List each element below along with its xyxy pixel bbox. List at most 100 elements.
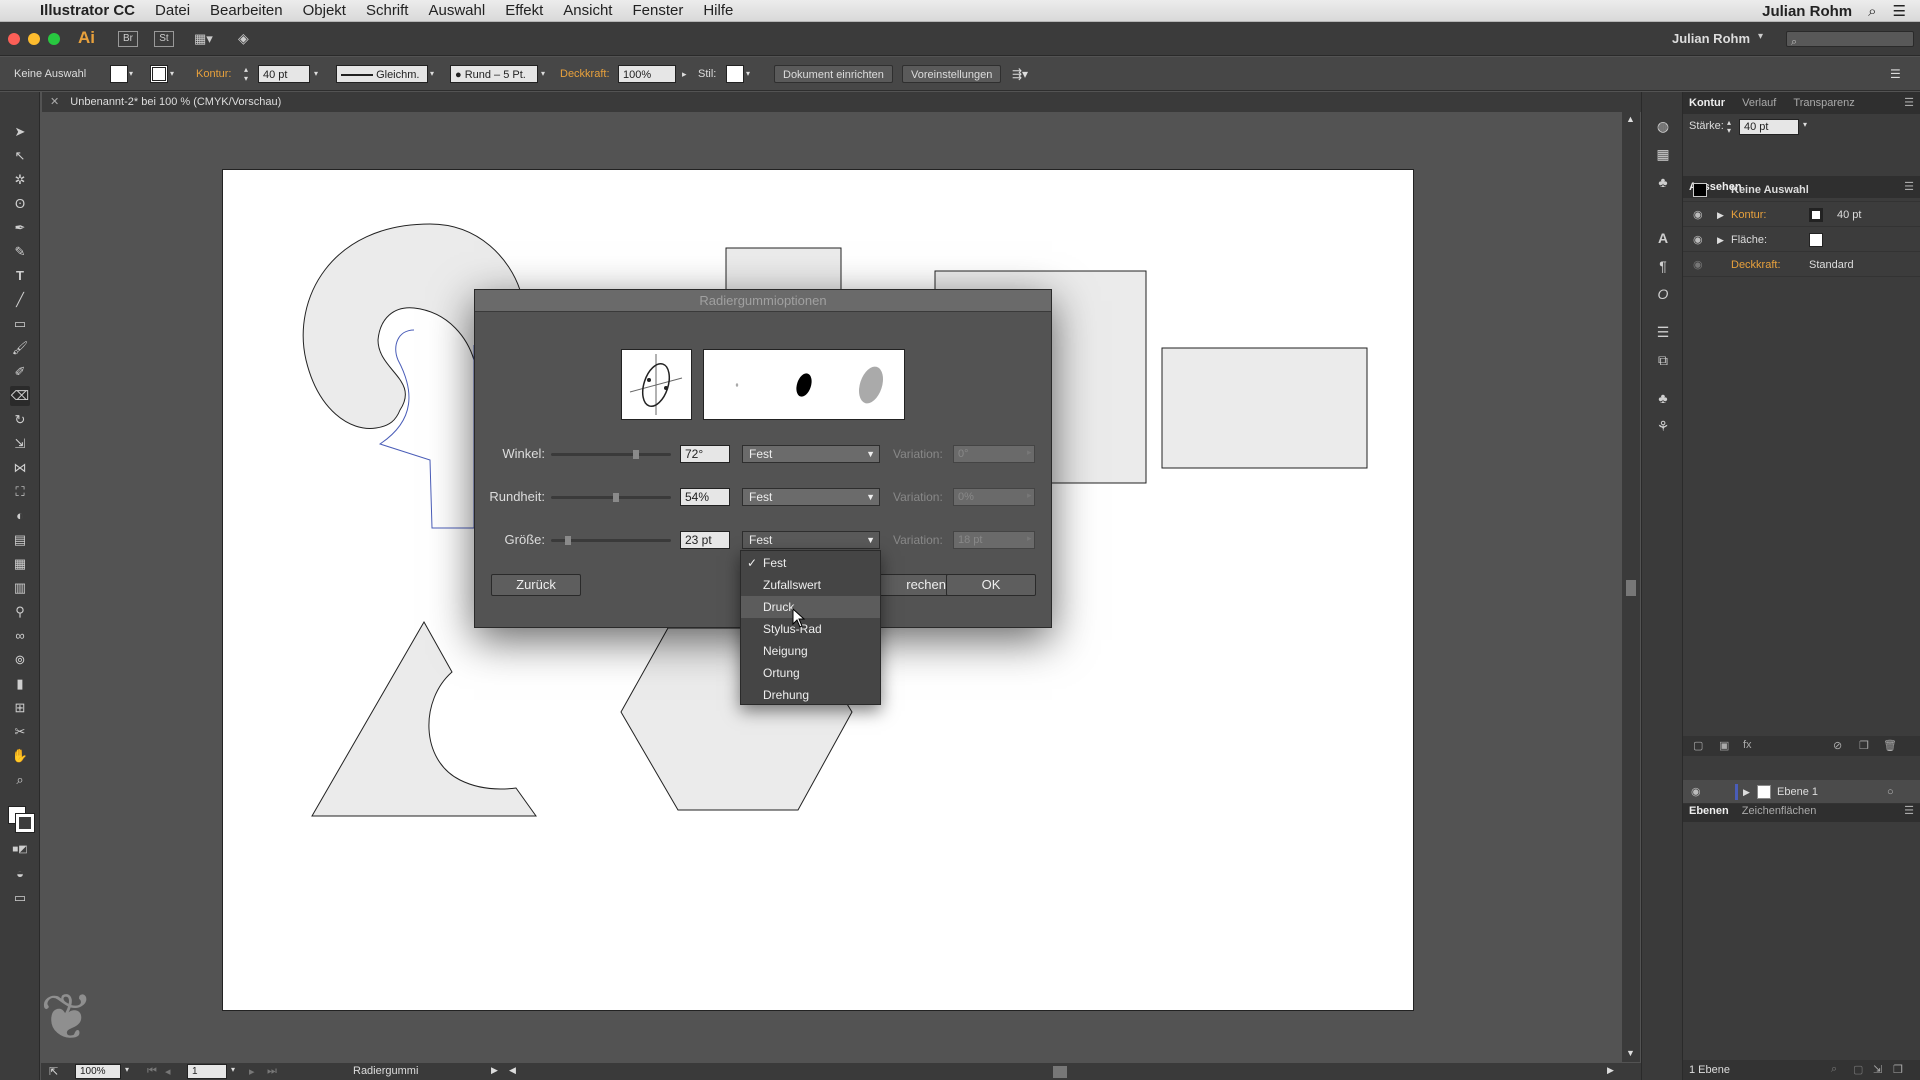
artboard-nav-icon[interactable]: ⇱ — [49, 1065, 58, 1078]
delete-item-icon[interactable]: 🗑 — [1883, 739, 1897, 752]
dropdown-option-fest[interactable]: ✓ Fest — [741, 552, 880, 574]
visibility-eye-icon[interactable]: ◉ — [1693, 228, 1703, 252]
layer-color-bar — [1735, 784, 1738, 800]
tab-transparenz[interactable]: Transparenz — [1793, 97, 1854, 109]
winkel-input[interactable]: 72° — [680, 445, 730, 463]
kontur-attribute-row[interactable]: ◉ ▶ Kontur: 40 pt — [1683, 203, 1920, 227]
keine-auswahl-label: Keine Auswahl — [1731, 184, 1809, 196]
angle-roundness-preview[interactable] — [621, 349, 692, 420]
locate-object-icon[interactable]: ⌕ — [1831, 1063, 1837, 1076]
dropdown-option-neigung[interactable]: Neigung — [741, 640, 880, 662]
rundheit-slider-thumb[interactable] — [612, 493, 619, 502]
visibility-eye-icon[interactable]: ◉ — [1693, 203, 1703, 227]
staerke-dropdown-icon[interactable]: ▾ — [1803, 120, 1807, 129]
ok-button[interactable]: OK — [946, 574, 1036, 596]
swatches-icon[interactable]: ▦ — [1653, 144, 1673, 164]
tab-kontur[interactable]: Kontur — [1689, 97, 1725, 109]
flaeche-swatch[interactable] — [1809, 233, 1823, 247]
layer-visibility-icon[interactable]: ◉ — [1691, 780, 1701, 804]
small-rectangle — [725, 247, 842, 291]
winkel-slider-thumb[interactable] — [633, 450, 640, 459]
kontur-attribute-label[interactable]: Kontur: — [1731, 203, 1766, 227]
groesse-input[interactable]: 23 pt — [680, 531, 730, 549]
prev-artboard-icon[interactable]: ◂ — [165, 1065, 171, 1078]
deckkraft-attribute-label[interactable]: Deckkraft: — [1731, 253, 1781, 277]
rundheit-variation-arrow-icon: ▸ — [1027, 490, 1032, 500]
rundheit-mode-value: Fest — [749, 490, 773, 504]
paragraph-icon[interactable]: ¶ — [1653, 256, 1673, 276]
clear-appearance-icon[interactable]: ⊘ — [1833, 739, 1842, 752]
dropdown-option-ortung[interactable]: Ortung — [741, 662, 880, 684]
first-artboard-icon[interactable]: ⏮ — [147, 1065, 157, 1078]
checkmark-icon: ✓ — [747, 556, 758, 570]
symbols-icon[interactable]: ♣ — [1653, 172, 1673, 192]
dropdown-option-zufallswert[interactable]: Zufallswert — [741, 574, 880, 596]
dropdown-option-stylus-rad[interactable]: Stylus-Rad — [741, 618, 880, 640]
vertical-scroll-thumb[interactable] — [1626, 580, 1636, 596]
vertical-scrollbar[interactable]: ▲ ▼ — [1622, 112, 1640, 1062]
layer-thumbnail — [1757, 785, 1771, 799]
rundheit-slider[interactable] — [551, 493, 671, 502]
add-stroke-icon[interactable]: ▢ — [1693, 739, 1703, 752]
rundheit-input[interactable]: 54% — [680, 488, 730, 506]
zoom-dropdown-icon[interactable]: ▾ — [125, 1065, 129, 1074]
rundheit-variation-label: Variation: — [893, 490, 943, 504]
artboard-number-input[interactable]: 1 — [187, 1064, 227, 1079]
horizontal-scroll-thumb[interactable] — [1053, 1066, 1067, 1078]
tab-ebenen[interactable]: Ebenen — [1689, 805, 1729, 817]
flaeche-attribute-row[interactable]: ◉ ▶ Fläche: — [1683, 228, 1920, 252]
scroll-down-icon[interactable]: ▼ — [1626, 1048, 1635, 1058]
flaeche-attribute-label[interactable]: Fläche: — [1731, 228, 1767, 252]
layer-name[interactable]: Ebene 1 — [1777, 780, 1818, 804]
artboard-dropdown-icon[interactable]: ▾ — [231, 1065, 235, 1074]
layer-row[interactable]: ◉ ▶ Ebene 1 ○ — [1683, 780, 1920, 804]
next-artboard-icon[interactable]: ▸ — [249, 1065, 255, 1078]
expand-arrow-icon[interactable]: ▶ — [1717, 203, 1724, 227]
opentype-icon[interactable]: O — [1653, 284, 1673, 304]
align-icon[interactable]: ☰ — [1653, 322, 1673, 342]
dropdown-option-drehung[interactable]: Drehung — [741, 684, 880, 706]
pathfinder-icon[interactable]: ⧉ — [1653, 350, 1673, 370]
fx-icon[interactable]: fx — [1743, 739, 1752, 751]
staerke-input[interactable]: 40 pt — [1739, 119, 1799, 135]
rundheit-mode-select[interactable]: Fest ▼ — [742, 488, 880, 506]
size-mode-dropdown: ✓ Fest Zufallswert Druck Stylus-Rad Neigu… — [740, 550, 881, 705]
staerke-stepper-icon[interactable]: ▴ ▾ — [1727, 119, 1731, 135]
scroll-up-icon[interactable]: ▲ — [1626, 114, 1635, 124]
duplicate-item-icon[interactable]: ❐ — [1859, 739, 1869, 752]
status-bar: ⇱ 100% ▾ ⏮ ◂ 1 ▾ ▸ ⏭ Radiergummi ▶ ◀ ▶ — [41, 1063, 1641, 1080]
right-panels: Kontur Verlauf Transparenz ☰ Stärke: ▴ ▾ … — [1683, 92, 1920, 1080]
deckkraft-attribute-row[interactable]: ◉ Deckkraft: Standard — [1683, 253, 1920, 277]
scroll-left-icon[interactable]: ◀ — [509, 1065, 516, 1076]
brushes-icon[interactable]: ♣ — [1653, 388, 1673, 408]
last-artboard-icon[interactable]: ⏭ — [267, 1065, 277, 1078]
winkel-slider[interactable] — [551, 450, 671, 459]
add-fill-icon[interactable]: ▣ — [1719, 739, 1729, 752]
groesse-mode-select[interactable]: Fest ▼ — [742, 531, 880, 549]
visibility-eye-icon[interactable]: ◉ — [1693, 253, 1703, 277]
mouse-cursor-icon — [792, 608, 806, 628]
color-guide-icon[interactable]: ◍ — [1653, 116, 1673, 136]
expand-arrow-icon[interactable]: ▶ — [1717, 228, 1724, 252]
scroll-right-icon[interactable]: ▶ — [1607, 1065, 1614, 1076]
new-layer-icon[interactable]: ❐ — [1893, 1063, 1903, 1076]
tab-zeichenflaechen[interactable]: Zeichenflächen — [1742, 805, 1817, 817]
new-sublayer-icon[interactable]: ⇲ — [1873, 1063, 1882, 1076]
groesse-slider-thumb[interactable] — [564, 536, 571, 545]
tab-verlauf[interactable]: Verlauf — [1742, 97, 1776, 109]
kontur-swatch[interactable] — [1809, 208, 1823, 222]
layer-target-icon[interactable]: ○ — [1887, 780, 1894, 804]
winkel-variation-arrow-icon: ▸ — [1027, 447, 1032, 457]
zurueck-button[interactable]: Zurück — [491, 574, 581, 596]
clipping-mask-icon[interactable]: ▢ — [1853, 1063, 1863, 1076]
panel-menu-icon[interactable]: ☰ — [1904, 92, 1914, 114]
zoom-input[interactable]: 100% — [75, 1064, 121, 1079]
graphic-styles-icon[interactable]: ⚘ — [1653, 416, 1673, 436]
ebenen-footer: 1 Ebene ⌕ ▢ ⇲ ❐ — [1683, 1060, 1920, 1080]
groesse-slider[interactable] — [551, 536, 671, 545]
status-menu-arrow-icon[interactable]: ▶ — [491, 1065, 498, 1076]
character-icon[interactable]: A — [1653, 228, 1673, 248]
winkel-mode-select[interactable]: Fest ▼ — [742, 445, 880, 463]
dropdown-option-druck[interactable]: Druck — [741, 596, 880, 618]
layer-expand-icon[interactable]: ▶ — [1743, 780, 1750, 804]
